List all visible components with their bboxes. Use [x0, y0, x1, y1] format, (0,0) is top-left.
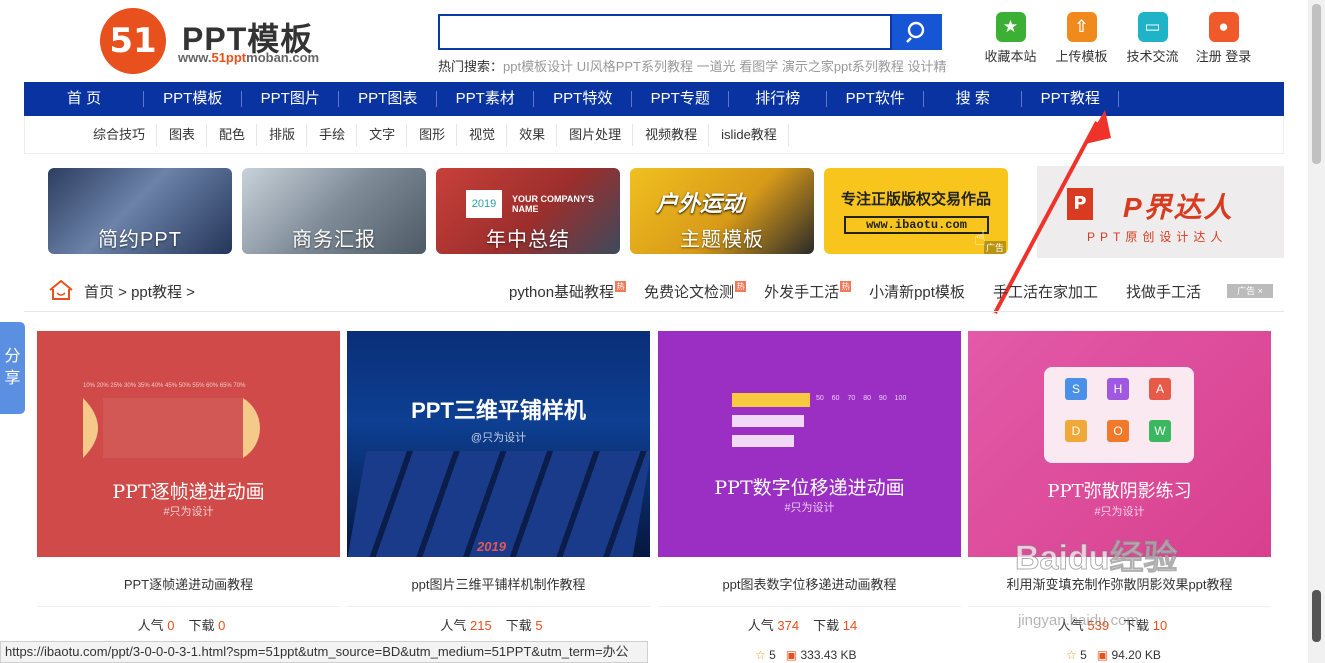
breadcrumb[interactable]: 首页 > ppt教程 >	[84, 281, 195, 302]
upload-icon: ⇧	[1066, 12, 1097, 42]
star-icon: ★	[995, 12, 1026, 42]
tutorial-card[interactable]: PPT三维平铺样机 @只为设计 2019 ppt图片三维平铺样机制作教程 人气 …	[347, 331, 650, 643]
tool-chat[interactable]: ▭ 技术交流	[1117, 12, 1188, 65]
card-thumbnail[interactable]: 10% 20% 25% 30% 35% 40% 45% 50% 55% 60% …	[37, 331, 340, 557]
search-icon	[906, 21, 925, 43]
tutorial-card[interactable]: 10% 20% 25% 30% 35% 40% 45% 50% 55% 60% …	[37, 331, 340, 643]
hot-link[interactable]: 手工活在家加工	[993, 281, 1098, 302]
scrollbar-thumb[interactable]	[1312, 4, 1321, 164]
site-logo[interactable]: 51 PPT模板 www.51pptmoban.com	[100, 8, 340, 76]
ad-close-button[interactable]: 广告 ×	[1227, 284, 1273, 298]
subnav-item[interactable]: 图表	[157, 116, 208, 153]
search-input[interactable]	[438, 14, 892, 50]
subnav-item[interactable]: 效果	[507, 116, 558, 153]
nav-images[interactable]: PPT图片	[242, 82, 340, 116]
tutorial-card[interactable]: 50 60 70 80 90 100 PPT数字位移递进动画 #只为设计 ppt…	[658, 331, 961, 643]
scrollbar-marker	[1312, 590, 1321, 642]
hot-search-label: 热门搜索：	[438, 59, 504, 74]
header-tools: ★ 收藏本站 ⇧ 上传模板 ▭ 技术交流 ● 注册 登录	[975, 12, 1259, 65]
nav-rankings[interactable]: 排行榜	[729, 82, 827, 116]
subnav-item[interactable]: 图形	[407, 116, 458, 153]
card-title[interactable]: ppt图表数字位移递进动画教程	[658, 557, 961, 607]
bar-graphic	[732, 415, 804, 427]
tool-upload[interactable]: ⇧ 上传模板	[1046, 12, 1117, 65]
pjie-title: P界达人	[1123, 192, 1234, 223]
nav-home[interactable]: 首 页	[24, 82, 144, 116]
search-button[interactable]	[892, 14, 942, 50]
nav-effects[interactable]: PPT特效	[534, 82, 632, 116]
card-thumbnail[interactable]: 50 60 70 80 90 100 PPT数字位移递进动画 #只为设计	[658, 331, 961, 557]
card-stats: 人气 374 下载 14	[747, 618, 858, 633]
hot-search: 热门搜索：ppt模板设计 UI风格PPT系列教程 一道光 看图学 演示之家ppt…	[438, 56, 947, 75]
card-title[interactable]: PPT逐帧递进动画教程	[37, 557, 340, 607]
logo-domain: www.51pptmoban.com	[178, 50, 320, 65]
tutorial-card[interactable]: S H A D O W PPT弥散阴影练习 #只为设计 利用渐变填充制作弥散阴影…	[968, 331, 1271, 643]
chart-graphic	[83, 398, 260, 458]
hot-link[interactable]: python基础教程热	[509, 281, 627, 302]
nav-topics[interactable]: PPT专题	[632, 82, 730, 116]
hot-link[interactable]: 找做手工活	[1126, 281, 1201, 302]
star-icon: ☆	[1066, 648, 1077, 662]
subnav-item[interactable]: 图片处理	[557, 116, 634, 153]
file-icon: ▣	[1096, 648, 1109, 662]
baidu-watermark-url: jingyan.baidu.com	[1018, 612, 1139, 629]
banner-simple-ppt[interactable]: 简约PPT	[48, 168, 232, 254]
hot-link[interactable]: 免费论文检测热	[644, 281, 747, 302]
subnav-item[interactable]: 文字	[357, 116, 408, 153]
banner-theme-template[interactable]: 户外运动 主题模板	[630, 168, 814, 254]
breadcrumb-row: 首页 > ppt教程 > python基础教程热 免费论文检测热 外发手工活热 …	[24, 272, 1284, 312]
subnav-item[interactable]: 综合技巧	[81, 116, 158, 153]
baidu-watermark: Baidu经验	[1014, 539, 1178, 578]
subnav-item[interactable]: 视觉	[457, 116, 508, 153]
card-meta: ☆ 5 ▣ 333.43 KB	[755, 648, 857, 662]
bar-graphic	[732, 393, 810, 407]
nav-software[interactable]: PPT软件	[827, 82, 925, 116]
card-meta: ☆ 5 ▣ 94.20 KB	[1066, 648, 1161, 662]
scrollbar[interactable]	[1308, 0, 1325, 663]
subnav-item[interactable]: 视频教程	[633, 116, 710, 153]
chat-icon: ▭	[1137, 12, 1168, 42]
nav-materials[interactable]: PPT素材	[437, 82, 535, 116]
card-thumbnail[interactable]: S H A D O W PPT弥散阴影练习 #只为设计	[968, 331, 1271, 557]
card-thumbnail[interactable]: PPT三维平铺样机 @只为设计 2019	[347, 331, 650, 557]
subnav-item[interactable]: 排版	[257, 116, 308, 153]
tool-login[interactable]: ● 注册 登录	[1188, 12, 1259, 65]
status-bar-url: https://ibaotu.com/ppt/3-0-0-0-3-1.html?…	[0, 641, 648, 663]
hot-search-terms[interactable]: ppt模板设计 UI风格PPT系列教程 一道光 看图学 演示之家ppt系列教程 …	[503, 59, 947, 74]
page: 51 PPT模板 www.51pptmoban.com 热门搜索：ppt模板设计…	[0, 0, 1325, 663]
star-icon: ☆	[755, 648, 766, 662]
hot-links: python基础教程热 免费论文检测热 外发手工活热 小清新ppt模板 手工活在…	[509, 281, 1219, 302]
tool-favorite[interactable]: ★ 收藏本站	[975, 12, 1046, 65]
hot-link[interactable]: 外发手工活热	[764, 281, 852, 302]
card-title[interactable]: ppt图片三维平铺样机制作教程	[347, 557, 650, 607]
user-icon: ●	[1208, 12, 1239, 42]
share-tab[interactable]: 分 享	[0, 322, 25, 414]
banner-midyear-summary[interactable]: 2019 YOUR COMPANY'S NAME 年中总结	[436, 168, 620, 254]
home-icon[interactable]	[48, 278, 74, 302]
hot-link[interactable]: 小清新ppt模板	[869, 281, 965, 302]
banner-business-report[interactable]: 商务汇报	[242, 168, 426, 254]
logo-badge: 51	[100, 8, 166, 74]
subnav-item[interactable]: 配色	[207, 116, 258, 153]
card-stats: 人气 0 下载 0	[137, 618, 226, 633]
bar-graphic	[732, 435, 794, 447]
banner-ibaotu-ad[interactable]: 专注正版版权交易作品 www.ibaotu.com ☝ 广告	[824, 168, 1008, 254]
nav-charts[interactable]: PPT图表	[339, 82, 437, 116]
subnav-item[interactable]: islide教程	[709, 116, 789, 153]
file-icon: ▣	[785, 648, 798, 662]
card-stats: 人气 215 下载 5	[440, 618, 543, 633]
subnav-item[interactable]: 手绘	[307, 116, 358, 153]
nav-templates[interactable]: PPT模板	[144, 82, 242, 116]
